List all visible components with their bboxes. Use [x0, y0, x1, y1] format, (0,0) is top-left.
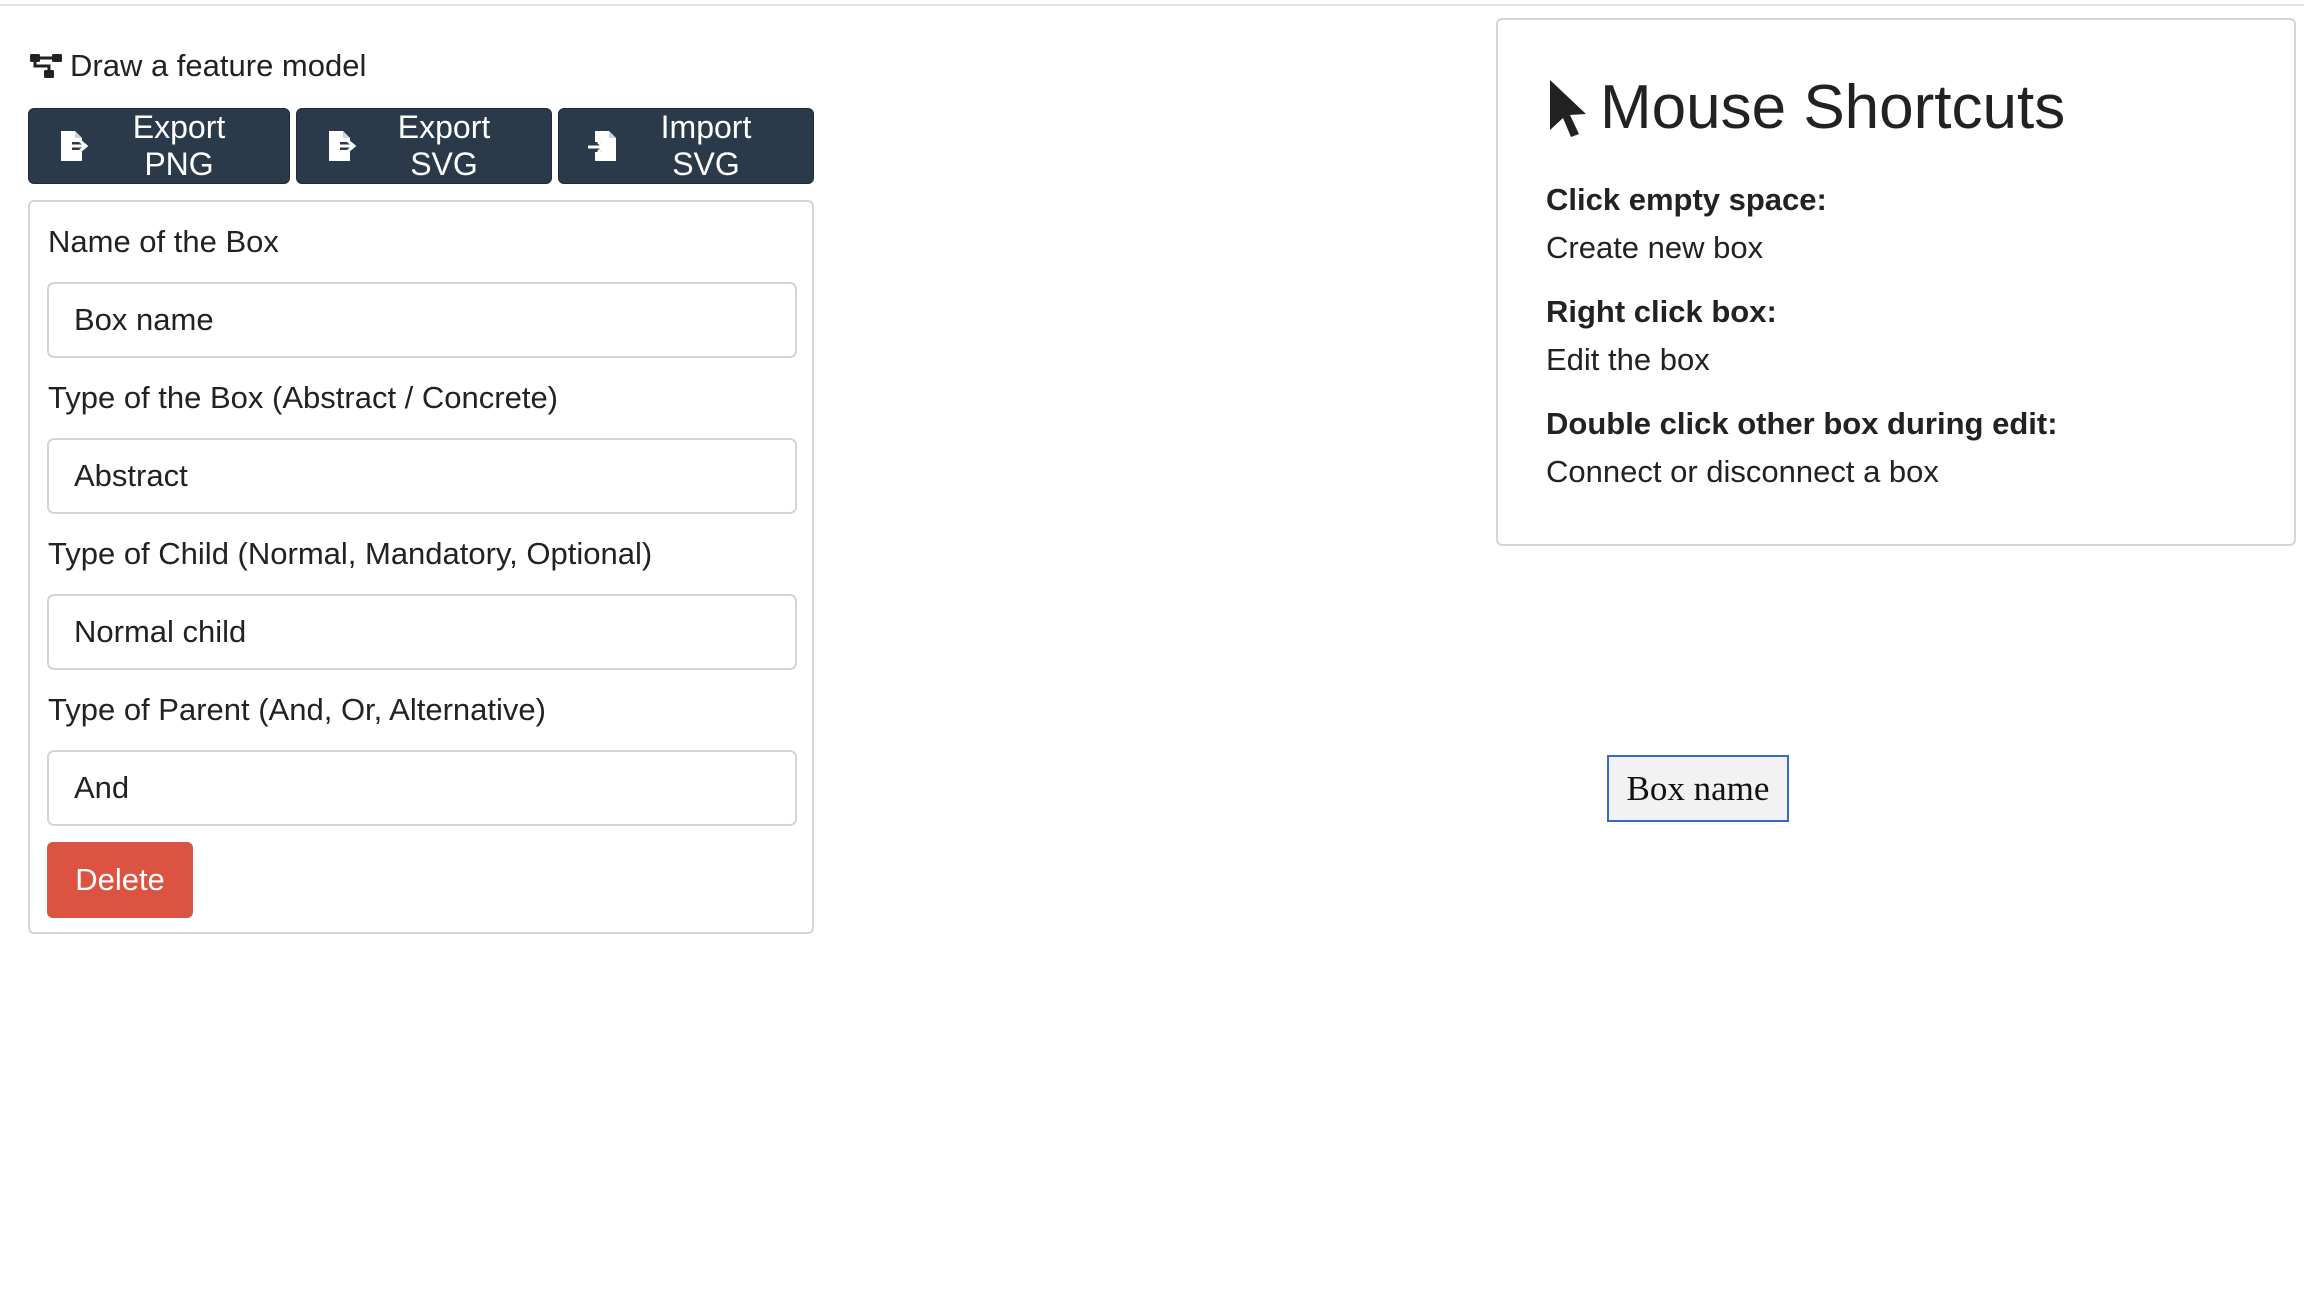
app-title-text: Draw a feature model — [70, 48, 367, 83]
export-svg-label: Export SVG — [397, 109, 491, 182]
import-svg-button[interactable]: Import SVG — [558, 108, 814, 184]
type-label: Type of the Box (Abstract / Concrete) — [48, 380, 559, 415]
top-divider — [0, 0, 2304, 6]
delete-button[interactable]: Delete — [47, 842, 193, 918]
box-type-input[interactable] — [47, 438, 797, 514]
shortcut-description: Connect or disconnect a box — [1546, 454, 1939, 489]
shortcut-key: Click empty space: — [1546, 182, 1827, 217]
app-title: Draw a feature model — [28, 48, 366, 84]
feature-box[interactable]: Box name — [1607, 755, 1789, 822]
shortcut-description: Create new box — [1546, 230, 1764, 265]
shortcuts-title: Mouse Shortcuts — [1546, 72, 2065, 143]
shortcut-key: Double click other box during edit: — [1546, 406, 2058, 441]
import-svg-label: Import SVG — [660, 109, 752, 182]
sitemap-icon — [28, 50, 64, 82]
export-png-button[interactable]: Export PNG — [28, 108, 290, 184]
file-import-icon — [585, 128, 621, 164]
mouse-pointer-icon — [1546, 78, 1590, 138]
shortcuts-title-text: Mouse Shortcuts — [1600, 73, 2066, 142]
export-png-label: Export PNG — [132, 109, 226, 182]
child-type-input[interactable] — [47, 594, 797, 670]
box-edit-panel: Name of the Box Type of the Box (Abstrac… — [28, 200, 814, 934]
file-export-icon — [323, 128, 359, 164]
child-type-label: Type of Child (Normal, Mandatory, Option… — [48, 536, 653, 571]
name-label: Name of the Box — [48, 224, 279, 259]
parent-type-label: Type of Parent (And, Or, Alternative) — [48, 692, 546, 727]
parent-type-input[interactable] — [47, 750, 797, 826]
mouse-shortcuts-card: Mouse Shortcuts Click empty space: Creat… — [1496, 18, 2296, 546]
export-svg-button[interactable]: Export SVG — [296, 108, 552, 184]
toolbar: Export PNG Export SVG Import SVG — [28, 108, 814, 184]
shortcut-key: Right click box: — [1546, 294, 1777, 329]
shortcut-description: Edit the box — [1546, 342, 1710, 377]
file-export-icon — [55, 128, 91, 164]
box-name-input[interactable] — [47, 282, 797, 358]
